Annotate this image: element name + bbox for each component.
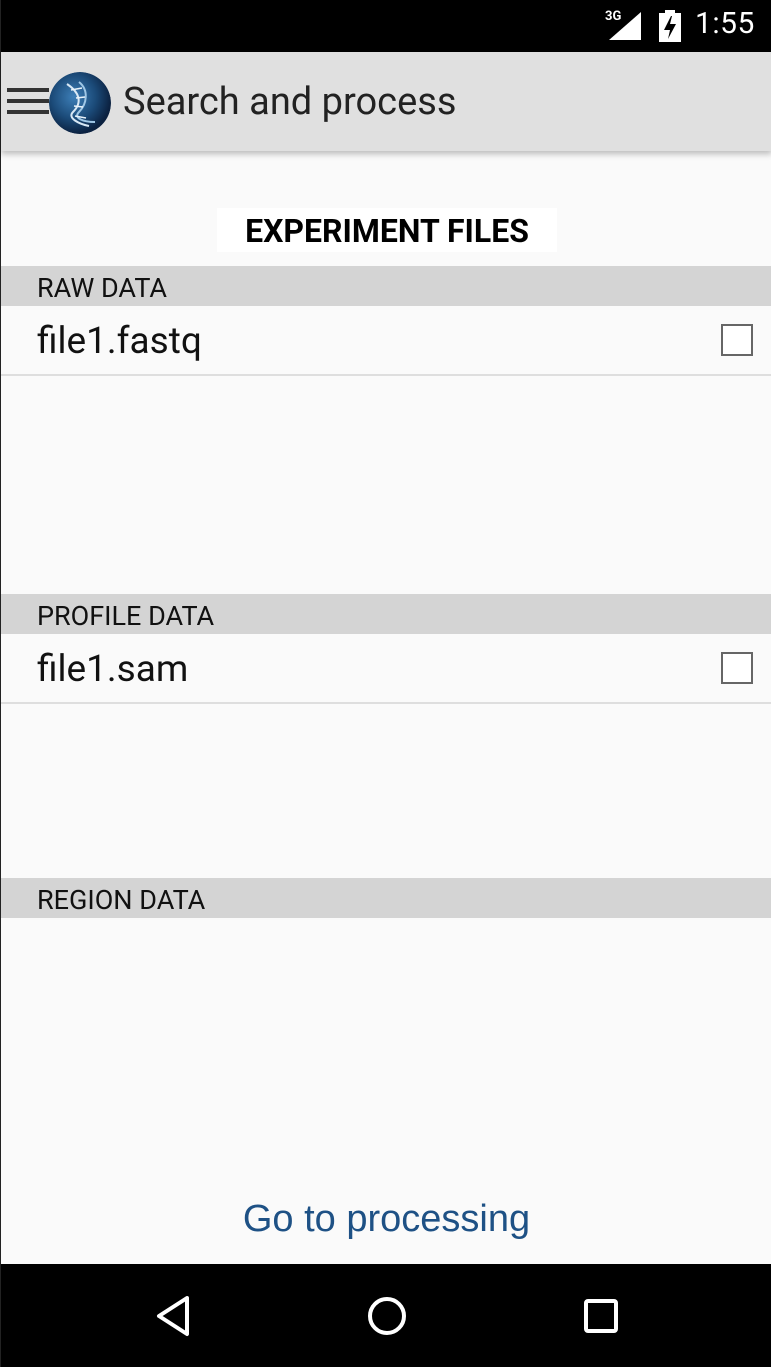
app-logo-icon[interactable] <box>49 72 111 134</box>
battery-icon <box>659 10 681 42</box>
file-name: file1.fastq <box>37 320 202 363</box>
list-item[interactable]: file1.sam <box>1 634 771 704</box>
recents-icon[interactable] <box>575 1290 627 1342</box>
file-name: file1.sam <box>37 648 189 691</box>
screen: 3G 1:55 Search and process EXPERIMENT FI… <box>0 0 771 1367</box>
file-select-checkbox[interactable] <box>721 652 753 684</box>
menu-icon[interactable] <box>7 88 49 120</box>
page-heading: EXPERIMENT FILES <box>217 208 557 252</box>
status-bar: 3G 1:55 <box>1 0 771 52</box>
home-icon[interactable] <box>361 1290 413 1342</box>
list-item[interactable]: file1.fastq <box>1 306 771 376</box>
clock: 1:55 <box>695 6 755 41</box>
go-to-processing-button[interactable]: Go to processing <box>1 1188 771 1248</box>
app-toolbar: Search and process <box>1 52 771 151</box>
file-select-checkbox[interactable] <box>721 324 753 356</box>
back-icon[interactable] <box>147 1290 199 1342</box>
section-header-raw-data: RAW DATA <box>1 266 771 306</box>
system-nav-bar <box>1 1264 771 1367</box>
section-header-region-data: REGION DATA <box>1 878 771 918</box>
section-header-profile-data: PROFILE DATA <box>1 594 771 634</box>
signal-icon <box>609 12 641 40</box>
toolbar-title: Search and process <box>123 80 457 124</box>
